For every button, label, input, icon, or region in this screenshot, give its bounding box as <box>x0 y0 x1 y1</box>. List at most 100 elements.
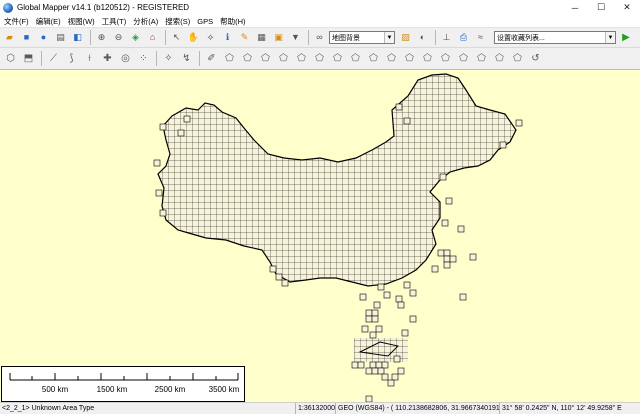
binoculars-icon[interactable]: ∞ <box>312 30 327 45</box>
shader-icon[interactable]: ▨ <box>398 30 413 45</box>
edit-feature-icon[interactable]: ⬡ <box>2 50 19 67</box>
menu-search[interactable]: 搜索(S) <box>161 15 193 28</box>
menu-edit[interactable]: 编辑(E) <box>32 15 64 28</box>
status-scale: 1:36132000 <box>298 403 336 414</box>
map-view[interactable]: 500 km 1500 km 2500 km 3500 km <box>0 70 640 402</box>
projection-combo-value: 设置收藏列表... <box>497 34 545 42</box>
shape-tool-4-icon[interactable]: ⬠ <box>275 50 292 67</box>
shape-tool-5-icon[interactable]: ⬠ <box>293 50 310 67</box>
layer-combo[interactable]: 地图背景 ▼ <box>329 31 395 44</box>
scale-label-3500: 3500 km <box>208 385 240 394</box>
curve-tool-icon[interactable]: ↺ <box>527 50 544 67</box>
menu-gps[interactable]: GPS <box>193 15 216 28</box>
status-layer: <2_2_1> Unknown Area Type <box>0 403 296 414</box>
window-title: Global Mapper v14.1 (b120512) - REGISTER… <box>17 3 190 12</box>
save-icon[interactable]: ■ <box>19 30 34 45</box>
south-sea-tiles <box>351 325 408 402</box>
buffer-icon[interactable]: ◎ <box>117 50 134 67</box>
layer-combo-value: 地图背景 <box>332 34 360 42</box>
globe-data-icon[interactable]: ● <box>36 30 51 45</box>
window-controls: ─ ☐ ✕ <box>562 0 640 15</box>
menu-bar: 文件(F) 编辑(E) 视图(W) 工具(T) 分析(A) 搜索(S) GPS … <box>0 15 640 28</box>
toolbar-separator <box>435 30 436 45</box>
shape-tool-7-icon[interactable]: ⬠ <box>329 50 346 67</box>
workspace-icon[interactable]: ▤ <box>53 30 68 45</box>
menu-file[interactable]: 文件(F) <box>0 15 32 28</box>
toolbar-separator <box>308 30 309 45</box>
scale-label-500: 500 km <box>41 385 69 394</box>
mainland-tiles <box>157 73 517 287</box>
globe-icon <box>3 2 13 13</box>
label-icon[interactable]: ✚ <box>99 50 116 67</box>
shape-tool-6-icon[interactable]: ⬠ <box>311 50 328 67</box>
draw-icon[interactable]: ✐ <box>203 50 220 67</box>
grid-points-icon[interactable]: ⁘ <box>135 50 152 67</box>
menu-analysis[interactable]: 分析(A) <box>129 15 161 28</box>
shape-tool-15-icon[interactable]: ⬠ <box>473 50 490 67</box>
toolbar-separator <box>90 30 91 45</box>
create-line-icon[interactable]: ⟋ <box>45 50 62 67</box>
light-direction-icon[interactable]: ⊥ <box>439 30 454 45</box>
status-dms: 31° 58' 0.2425" N, 110° 12' 49.9258" E <box>502 405 622 412</box>
pointer-icon[interactable]: ↖ <box>169 30 184 45</box>
create-area-icon[interactable]: ⬒ <box>20 50 37 67</box>
main-toolbar: ▰ ■ ● ▤ ◧ ⊕ ⊖ ◈ ⌂ ↖ ✋ ⟡ ℹ ✎ ▦ ▣ ▼ ∞ 地图背景… <box>0 28 640 48</box>
info-icon[interactable]: ℹ <box>220 30 235 45</box>
app-window: Global Mapper v14.1 (b120512) - REGISTER… <box>0 0 640 414</box>
digitizer-icon[interactable]: ✎ <box>237 30 252 45</box>
shape-tool-8-icon[interactable]: ⬠ <box>347 50 364 67</box>
scale-label-2500: 2500 km <box>154 385 186 394</box>
control-center-icon[interactable]: ◧ <box>70 30 85 45</box>
shape-tool-17-icon[interactable]: ⬠ <box>509 50 526 67</box>
shape-tool-12-icon[interactable]: ⬠ <box>419 50 436 67</box>
shape-tool-14-icon[interactable]: ⬠ <box>455 50 472 67</box>
shape-tool-11-icon[interactable]: ⬠ <box>401 50 418 67</box>
status-coordinates: GEO (WGS84) - ( 110.2138682806, 31.96673… <box>338 403 500 414</box>
path-profile-icon[interactable]: ▼ <box>288 30 303 45</box>
shape-tool-3-icon[interactable]: ⬠ <box>257 50 274 67</box>
toolbar-separator <box>41 51 42 66</box>
play-icon[interactable]: ▶ <box>619 31 633 45</box>
scale-label-1500: 1500 km <box>96 385 128 394</box>
chevron-down-icon[interactable]: ▼ <box>384 32 394 43</box>
print-icon[interactable]: ⎙ <box>456 30 471 45</box>
shape-tool-13-icon[interactable]: ⬠ <box>437 50 454 67</box>
status-bar: <2_2_1> Unknown Area Type 1:36132000 GEO… <box>0 402 640 414</box>
full-view-icon[interactable]: ◈ <box>128 30 143 45</box>
taiwan-tiles <box>443 249 457 269</box>
minimize-button[interactable]: ─ <box>562 0 588 15</box>
contrast-icon[interactable]: ◐ <box>415 30 430 45</box>
scale-bar: 500 km 1500 km 2500 km 3500 km <box>1 366 245 402</box>
zoom-out-icon[interactable]: ⊖ <box>111 30 126 45</box>
shape-tool-1-icon[interactable]: ⬠ <box>221 50 238 67</box>
home-icon[interactable]: ⌂ <box>145 30 160 45</box>
projection-favorites-combo[interactable]: 设置收藏列表... ▼ <box>494 31 616 44</box>
toolbar-separator <box>156 51 157 66</box>
move-vertex-icon[interactable]: ↯ <box>178 50 195 67</box>
maximize-button[interactable]: ☐ <box>588 0 614 15</box>
shape-tool-16-icon[interactable]: ⬠ <box>491 50 508 67</box>
hainan-tiles <box>365 309 379 323</box>
menu-help[interactable]: 帮助(H) <box>216 15 248 28</box>
pan-icon[interactable]: ✋ <box>186 30 201 45</box>
measure-icon[interactable]: ⟡ <box>203 30 218 45</box>
open-folder-icon[interactable]: ▰ <box>2 30 17 45</box>
trace-icon[interactable]: ⟆ <box>63 50 80 67</box>
shape-tool-2-icon[interactable]: ⬠ <box>239 50 256 67</box>
shape-tool-10-icon[interactable]: ⬠ <box>383 50 400 67</box>
add-vertex-icon[interactable]: ✧ <box>160 50 177 67</box>
digitizer-toolbar: ⬡ ⬒ ⟋ ⟆ ⟊ ✚ ◎ ⁘ ✧ ↯ ✐ ⬠ ⬠ ⬠ ⬠ ⬠ ⬠ ⬠ ⬠ ⬠ … <box>0 48 640 70</box>
chevron-down-icon[interactable]: ▼ <box>605 32 615 43</box>
water-icon[interactable]: ≈ <box>473 30 488 45</box>
title-bar: Global Mapper v14.1 (b120512) - REGISTER… <box>0 0 640 15</box>
zoom-in-icon[interactable]: ⊕ <box>94 30 109 45</box>
toolbar-separator <box>165 30 166 45</box>
menu-tools[interactable]: 工具(T) <box>98 15 130 28</box>
shape-tool-9-icon[interactable]: ⬠ <box>365 50 382 67</box>
split-icon[interactable]: ⟊ <box>81 50 98 67</box>
close-button[interactable]: ✕ <box>614 0 640 15</box>
menu-view[interactable]: 视图(W) <box>64 15 98 28</box>
view-3d-icon[interactable]: ▦ <box>254 30 269 45</box>
tile-grid-map[interactable] <box>0 70 640 402</box>
image-icon[interactable]: ▣ <box>271 30 286 45</box>
